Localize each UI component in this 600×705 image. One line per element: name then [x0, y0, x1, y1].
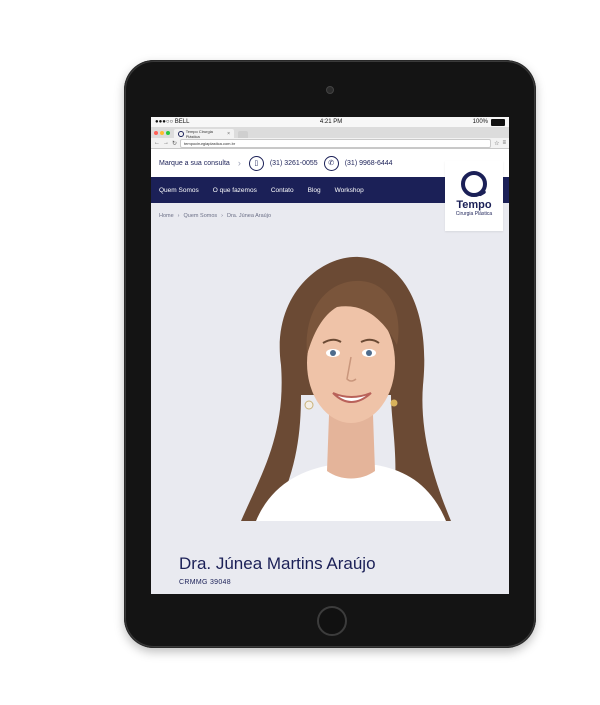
breadcrumb-current: Dra. Júnea Araújo: [226, 213, 272, 219]
carrier-label: ●●●○○ BELL: [155, 119, 190, 125]
breadcrumb-quem-somos[interactable]: Quem Somos: [184, 213, 218, 219]
logo[interactable]: Tempo Cirurgia Plástica: [445, 161, 503, 231]
nav-item-workshop[interactable]: Workshop: [335, 187, 364, 194]
booking-cta[interactable]: Marque a sua consulta: [159, 160, 230, 167]
nav-item-blog[interactable]: Blog: [308, 187, 321, 194]
close-window-icon[interactable]: [154, 130, 158, 135]
chevron-right-icon: ›: [177, 213, 180, 219]
bookmark-star-icon[interactable]: ☆: [494, 140, 499, 147]
clock: 4:21 PM: [319, 119, 343, 125]
status-right: 100%: [472, 118, 505, 126]
forward-icon[interactable]: →: [163, 140, 169, 146]
reload-icon[interactable]: ↻: [172, 140, 177, 147]
nav-item-quem-somos[interactable]: Quem Somos: [159, 187, 199, 194]
browser-tab[interactable]: Tempo Cirurgia Plástica ×: [174, 128, 234, 139]
portrait-illustration: [241, 256, 451, 521]
back-icon[interactable]: ←: [154, 140, 160, 146]
nav-item-contato[interactable]: Contato: [271, 187, 294, 194]
home-button[interactable]: [317, 606, 347, 636]
favicon-icon: [178, 130, 184, 137]
logo-name: Tempo: [456, 199, 492, 211]
tab-close-icon[interactable]: ×: [227, 131, 230, 137]
browser-tab-strip: Tempo Cirurgia Plástica ×: [151, 127, 509, 139]
maximize-window-icon[interactable]: [166, 130, 170, 135]
battery-percent: 100%: [472, 119, 488, 125]
nav-item-o-que-fazemos[interactable]: O que fazemos: [213, 187, 257, 194]
breadcrumb-home[interactable]: Home: [159, 213, 174, 219]
chevron-right-icon: ›: [237, 158, 241, 168]
minimize-window-icon[interactable]: [160, 130, 164, 135]
camera-icon: [326, 86, 334, 94]
tab-title: Tempo Cirurgia Plástica: [185, 128, 213, 139]
screen: ●●●○○ BELL 4:21 PM 100% Tempo Cirurgia P…: [151, 117, 509, 594]
chevron-right-icon: ›: [221, 213, 223, 219]
whatsapp-icon: ✆: [323, 155, 339, 171]
doctor-registration: CRMMG 39048: [179, 579, 231, 586]
logo-ring-icon: [461, 171, 487, 197]
doctor-name: Dra. Júnea Martins Araújo: [179, 554, 376, 573]
battery-icon: [491, 118, 505, 126]
status-bar: ●●●○○ BELL 4:21 PM 100%: [151, 117, 509, 127]
address-row: ← → ↻ tempocirurgiaplastica.com.br ☆ ≡: [151, 138, 509, 149]
new-tab-button[interactable]: [238, 131, 248, 138]
menu-icon[interactable]: ≡: [502, 140, 506, 146]
logo-tagline: Cirurgia Plástica: [455, 211, 493, 217]
url-input[interactable]: tempocirurgiaplastica.com.br: [180, 138, 492, 148]
phone-icon: ▯: [248, 155, 264, 171]
window-controls: [154, 127, 170, 138]
phone-number[interactable]: (31) 3261-0055: [270, 160, 318, 167]
whatsapp-number[interactable]: (31) 9968-6444: [345, 160, 393, 167]
doctor-portrait: [241, 245, 451, 521]
